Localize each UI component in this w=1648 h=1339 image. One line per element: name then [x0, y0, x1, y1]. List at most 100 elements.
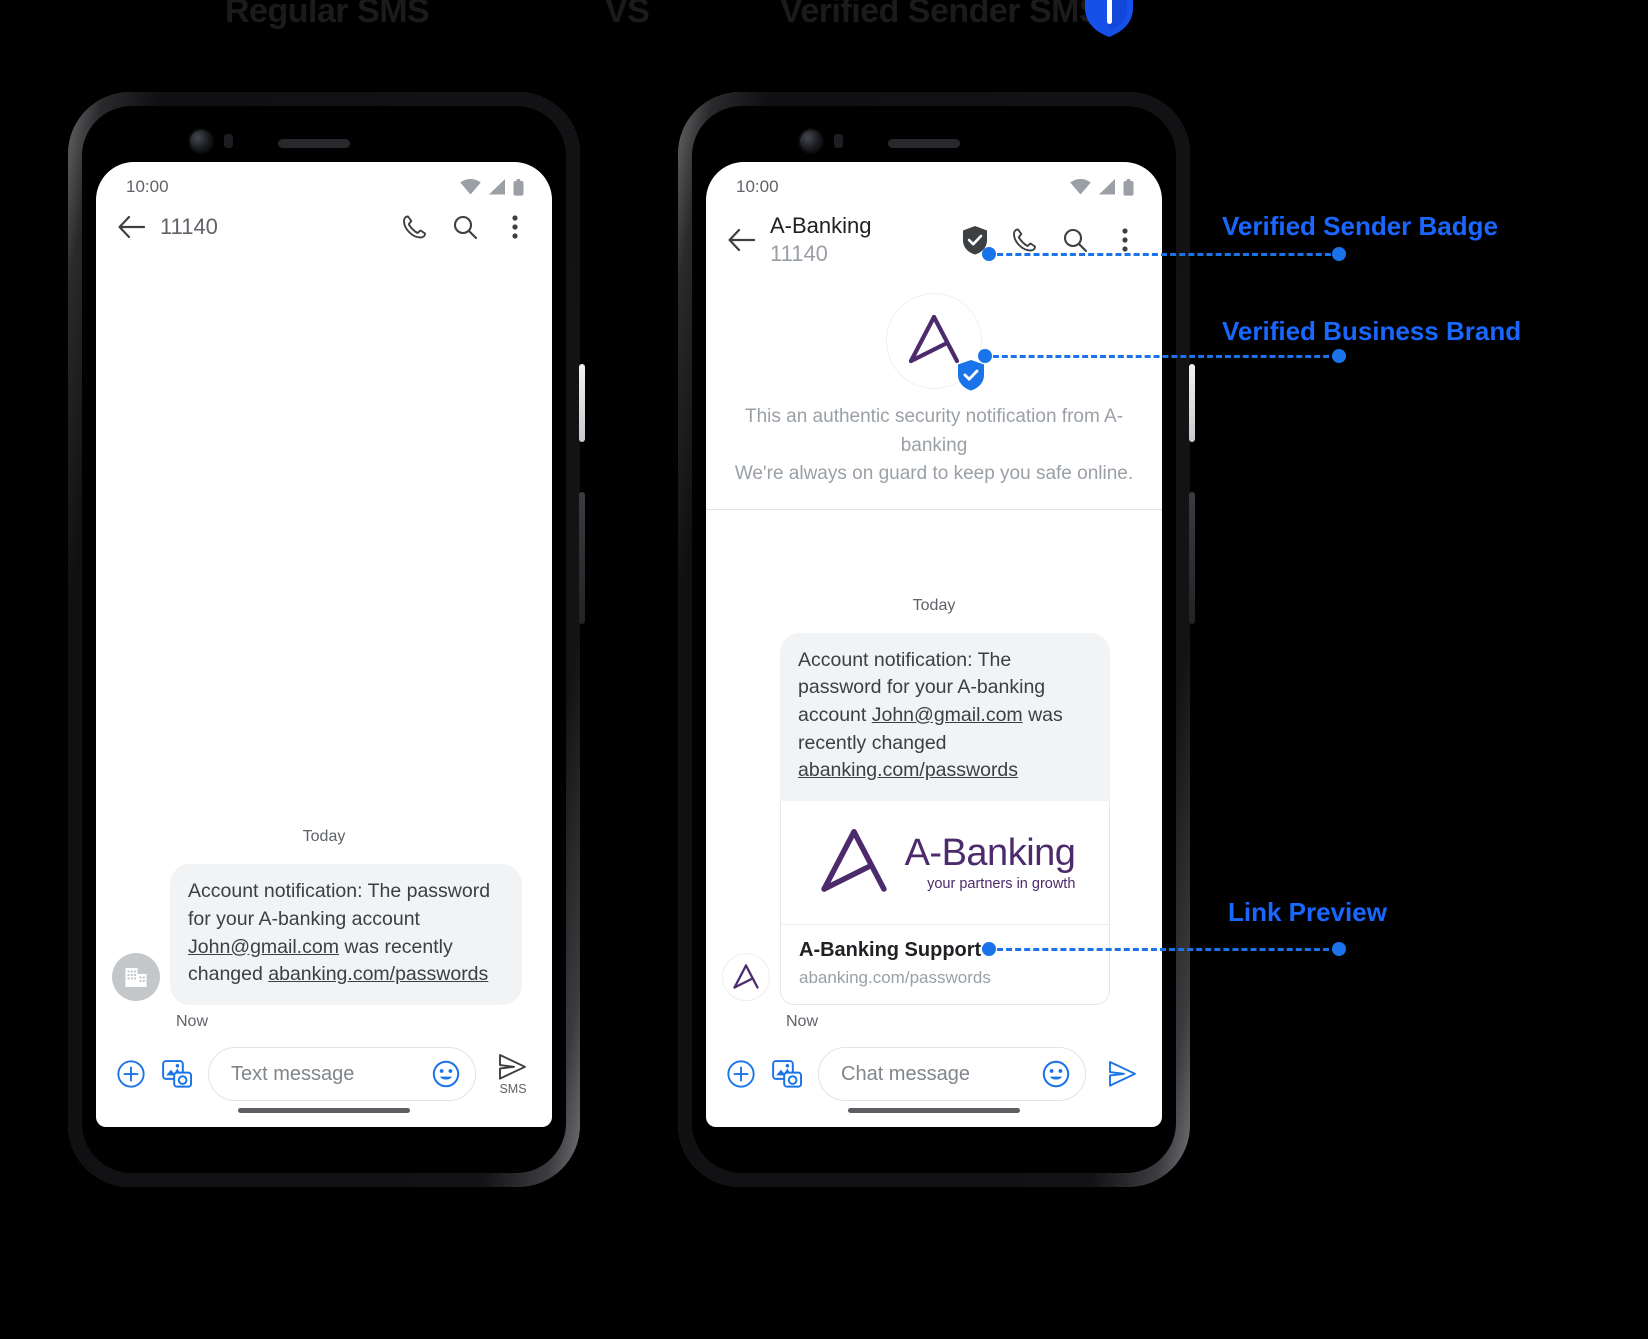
status-bar-left: 10:00	[96, 162, 552, 204]
back-button-left[interactable]	[116, 212, 146, 242]
status-time: 10:00	[126, 177, 169, 196]
brand-tagline: your partners in growth	[927, 875, 1076, 892]
emoji-button-right[interactable]	[1041, 1059, 1071, 1089]
message-bubble-left[interactable]: Account notification: The password for y…	[170, 864, 522, 1005]
power-button-right[interactable]	[1189, 364, 1195, 442]
app-bar-right: A-Banking 11140	[706, 204, 1162, 277]
message-input-right[interactable]: Chat message	[818, 1047, 1086, 1101]
callout-line	[988, 948, 1338, 951]
brand-avatar-wrap	[886, 293, 984, 391]
a-banking-logo-icon	[820, 828, 887, 892]
message-timestamp: Now	[176, 1013, 209, 1030]
callout-label-verified-business-brand: Verified Business Brand	[1222, 316, 1522, 346]
more-vert-icon	[1122, 227, 1128, 252]
emoji-button-left[interactable]	[431, 1059, 461, 1089]
callout-dot-start	[982, 942, 996, 956]
callout-label-link-preview: Link Preview	[1228, 897, 1387, 927]
composer-right: Chat message	[706, 1035, 1162, 1127]
power-button-left[interactable]	[579, 364, 585, 442]
verified-business-header: This an authentic security notification …	[706, 277, 1162, 510]
back-button-right[interactable]	[726, 225, 756, 255]
plus-circle-icon	[117, 1060, 145, 1088]
sender-avatar-right	[722, 953, 770, 1001]
phone-verified-sms: 10:00 A-Banking 11140 This an authentic …	[678, 92, 1195, 1187]
status-bar-right: 10:00	[706, 162, 1162, 204]
heading-regular-sms: Regular SMS	[225, 0, 430, 30]
msg-line-2: for your A-banking account	[188, 907, 420, 930]
back-arrow-icon	[118, 215, 145, 239]
callout-dot-start	[978, 349, 992, 363]
proximity-sensor-icon	[224, 134, 233, 148]
volume-button-right[interactable]	[1189, 492, 1195, 624]
business-building-icon	[125, 968, 147, 987]
front-camera-icon	[800, 130, 822, 152]
app-bar-actions-left	[400, 212, 530, 242]
send-button-left[interactable]: SMS	[492, 1053, 534, 1096]
status-icons	[1070, 178, 1134, 196]
overflow-button-left[interactable]	[500, 212, 530, 242]
phone-call-icon	[403, 215, 426, 239]
status-icons	[460, 178, 524, 196]
msg-email-link[interactable]: John@gmail.com	[188, 936, 339, 958]
gallery-button-right[interactable]	[772, 1059, 802, 1089]
front-camera-icon	[190, 130, 212, 152]
message-input-placeholder: Chat message	[841, 1062, 970, 1085]
volume-button-left[interactable]	[579, 492, 585, 624]
status-time: 10:00	[736, 177, 779, 196]
message-input-left[interactable]: Text message	[208, 1047, 476, 1101]
callout-dot-end	[1332, 349, 1346, 363]
comparison-infographic: Regular SMS VS Verified Sender SMS 10:00	[0, 0, 1648, 1339]
signal-icon	[489, 179, 505, 195]
search-button-left[interactable]	[450, 212, 480, 242]
msg-line-1: Account notification: The password	[188, 880, 491, 903]
screen-left: 10:00 11140 Today Account notification: …	[96, 162, 552, 1127]
signal-icon	[1099, 179, 1115, 195]
a-banking-logo-icon	[733, 963, 759, 989]
heading-vs: VS	[605, 0, 650, 30]
gallery-button-left[interactable]	[162, 1059, 192, 1089]
message-bubble-right[interactable]: Account notification: The password for y…	[780, 632, 1110, 801]
home-indicator-right	[848, 1108, 1020, 1113]
day-divider: Today	[302, 828, 346, 846]
screen-right: 10:00 A-Banking 11140 This an authentic …	[706, 162, 1162, 1127]
earpiece-speaker	[888, 139, 960, 148]
msg-email-link[interactable]: John@gmail.com	[872, 704, 1023, 726]
link-preview-wordmark: A-Banking your partners in growth	[905, 834, 1076, 892]
plus-circle-icon	[727, 1060, 755, 1088]
image-camera-icon	[162, 1060, 192, 1088]
link-preview-card[interactable]: A-Banking your partners in growth A-Bank…	[780, 801, 1110, 1005]
overflow-button-right[interactable]	[1110, 225, 1140, 255]
send-button-right[interactable]	[1102, 1060, 1144, 1088]
brand-name: A-Banking	[904, 831, 1076, 874]
message-row: Account notification: The password for y…	[112, 864, 536, 1031]
conversation-title-block-left[interactable]: 11140	[160, 214, 386, 240]
emoji-smile-icon	[1042, 1060, 1070, 1088]
message-thread-right: Today Account notification: The password…	[706, 510, 1162, 1036]
phone-inner-right: 10:00 A-Banking 11140 This an authentic …	[692, 106, 1176, 1173]
heading-verified-sms: Verified Sender SMS	[780, 0, 1102, 30]
msg-url-link[interactable]: abanking.com/passwords	[798, 759, 1018, 781]
conversation-title: A-Banking	[770, 213, 872, 238]
image-camera-icon	[772, 1060, 802, 1088]
callout-line	[988, 253, 1340, 256]
shield-icon	[1085, 0, 1133, 37]
add-attachment-button-left[interactable]	[116, 1059, 146, 1089]
send-arrow-icon	[499, 1053, 526, 1080]
search-button-right[interactable]	[1060, 225, 1090, 255]
call-button-left[interactable]	[400, 212, 430, 242]
headings-row: Regular SMS VS Verified Sender SMS	[0, 0, 1180, 56]
conversation-subtitle: 11140	[770, 240, 828, 266]
message-timestamp: Now	[786, 1013, 819, 1030]
home-indicator-left	[238, 1108, 410, 1113]
msg-url-link[interactable]: abanking.com/passwords	[268, 963, 488, 985]
conversation-title-block-right[interactable]: A-Banking 11140	[770, 212, 946, 267]
a-banking-logo-icon	[908, 314, 960, 364]
earpiece-speaker	[278, 139, 350, 148]
app-bar-left: 11140	[96, 204, 552, 252]
phone-regular-sms: 10:00 11140 Today Account notification: …	[68, 92, 585, 1187]
back-arrow-icon	[728, 228, 755, 251]
send-arrow-icon	[1109, 1061, 1136, 1087]
call-button-right[interactable]	[1010, 225, 1040, 255]
callout-dot-end	[1332, 942, 1346, 956]
add-attachment-button-right[interactable]	[726, 1059, 756, 1089]
